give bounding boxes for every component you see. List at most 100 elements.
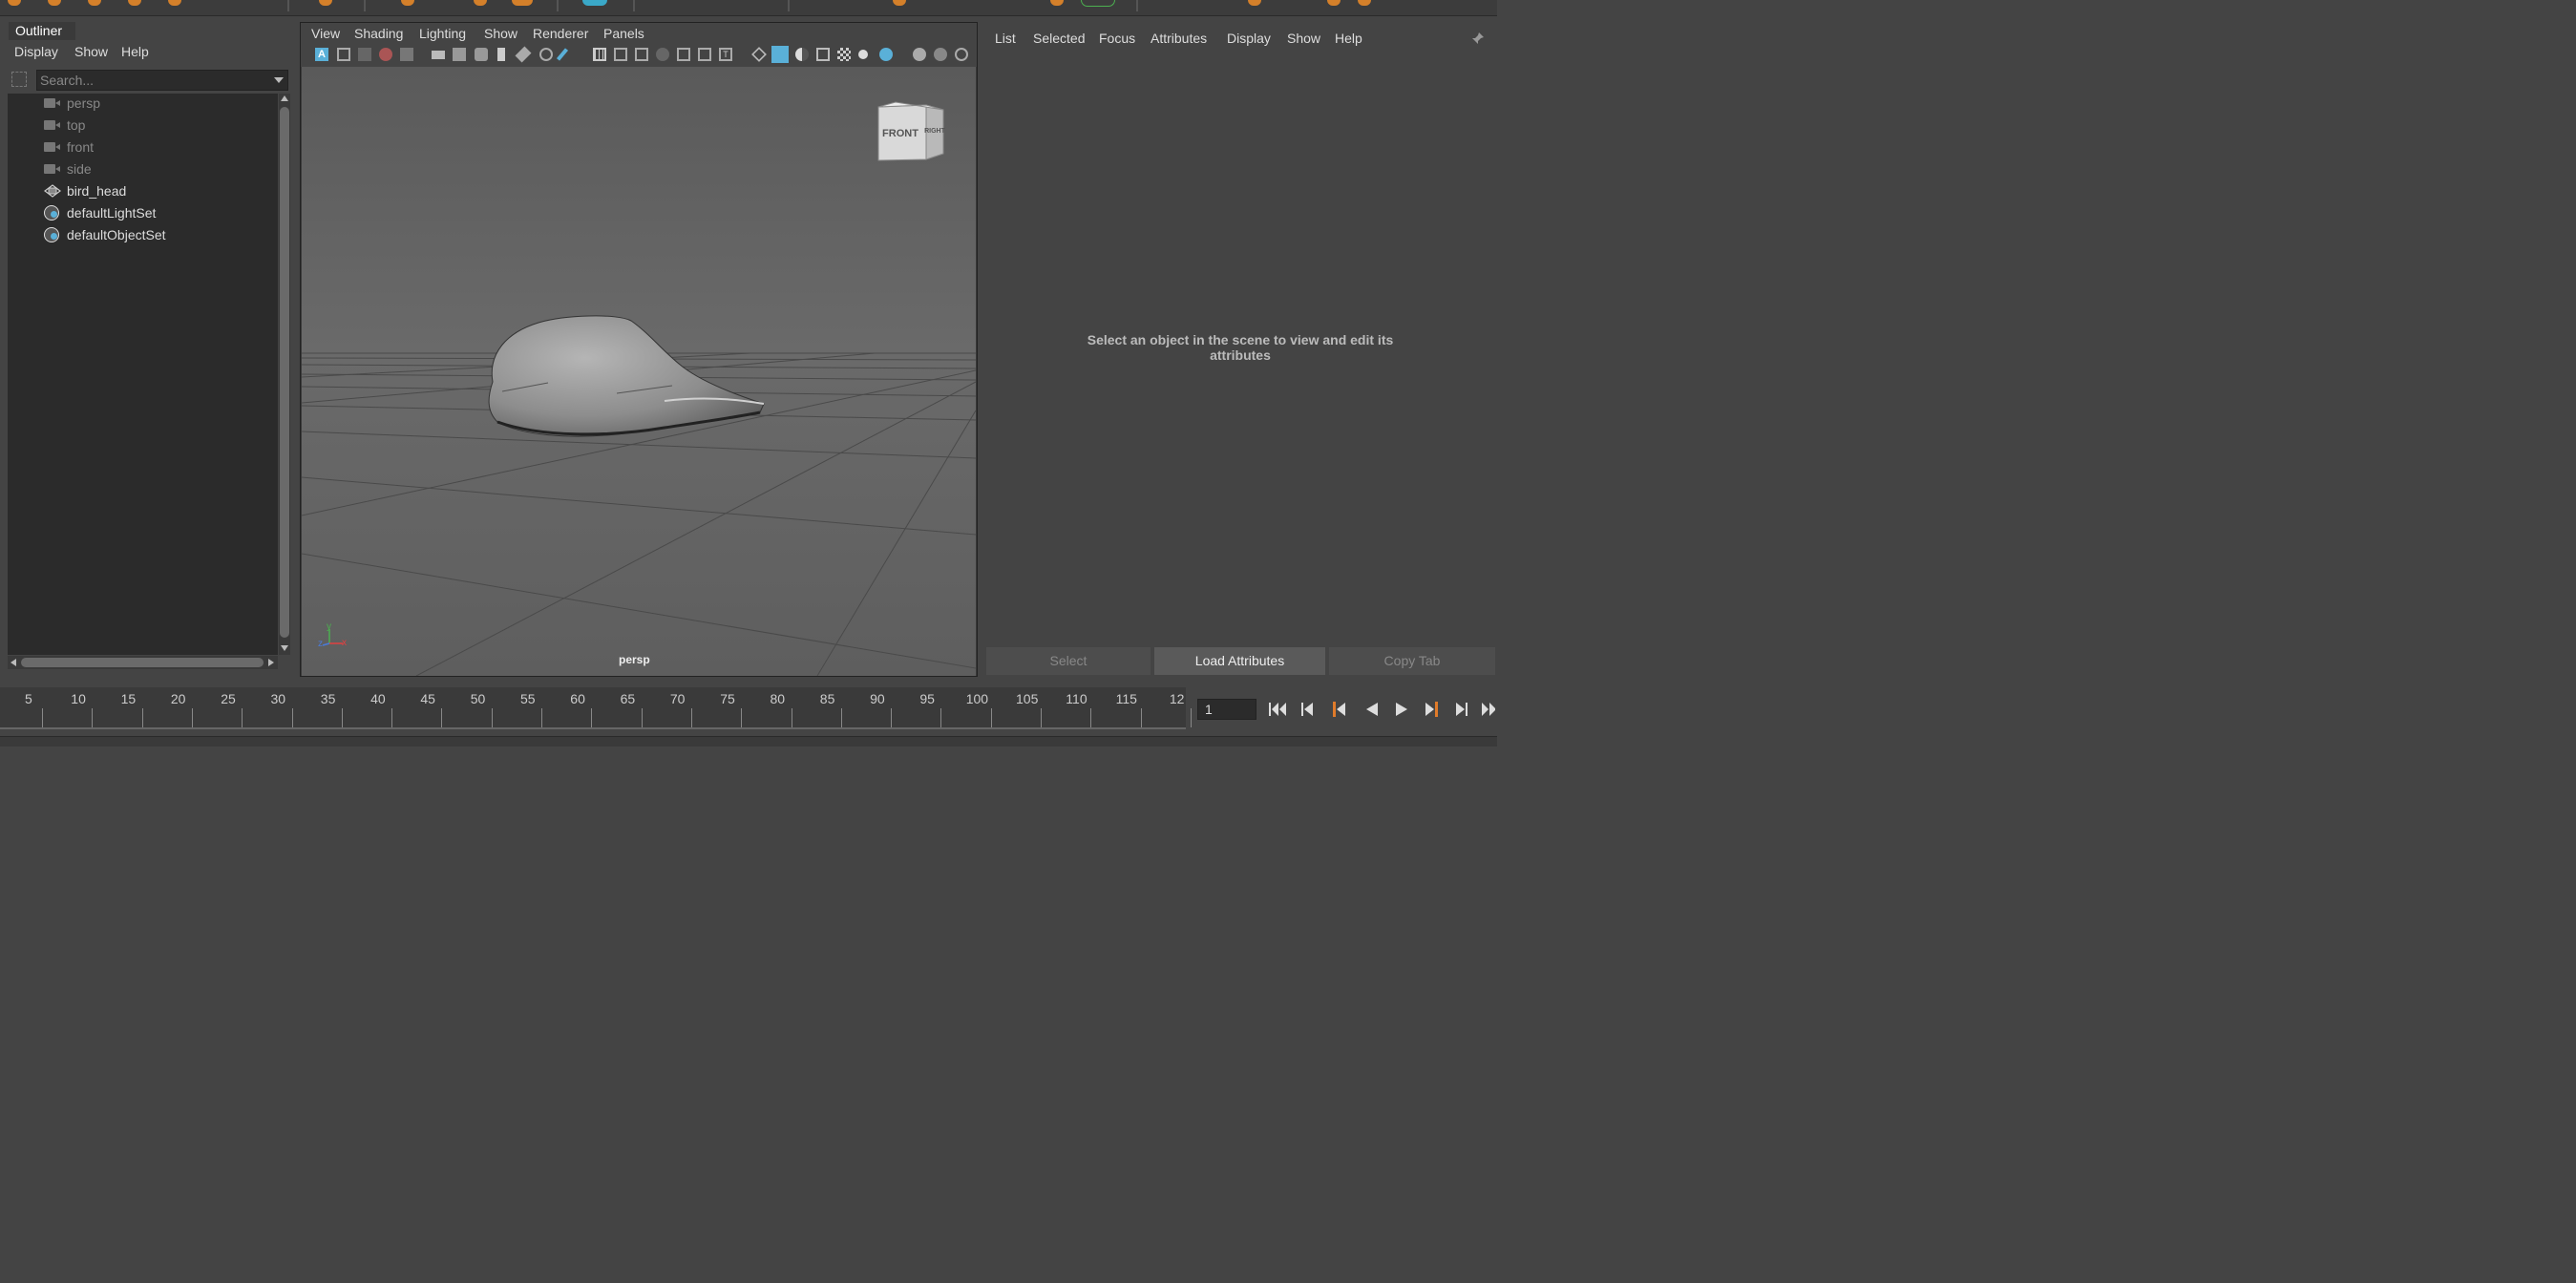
camera-lock-icon[interactable] xyxy=(453,48,466,61)
attr-menu-list[interactable]: List xyxy=(995,31,1016,46)
play-forwards-icon[interactable] xyxy=(1396,703,1407,716)
shelf-tool-icon[interactable] xyxy=(1358,0,1371,6)
play-backwards-icon[interactable] xyxy=(1366,703,1378,716)
viewport-menu-view[interactable]: View xyxy=(311,26,340,41)
outliner-item-label: defaultLightSet xyxy=(67,205,157,221)
grid-icon[interactable] xyxy=(593,48,606,61)
timeline-tick-label: 80 xyxy=(770,691,786,706)
attr-menu-selected[interactable]: Selected xyxy=(1033,31,1085,46)
timeline-tick-label: 65 xyxy=(620,691,636,706)
viewport-menu-show[interactable]: Show xyxy=(484,26,517,41)
step-back-key-icon[interactable] xyxy=(1301,703,1313,716)
select-camera-icon[interactable]: A xyxy=(315,48,328,61)
shelf-tool-icon[interactable] xyxy=(1327,0,1341,6)
motion-blur-icon[interactable] xyxy=(934,48,947,61)
gate-mask-icon[interactable] xyxy=(656,48,669,61)
scroll-up-icon[interactable] xyxy=(281,95,288,101)
film-gate-icon[interactable] xyxy=(614,48,627,61)
shelf-tool-icon[interactable] xyxy=(128,0,141,6)
shelf-tool-icon[interactable] xyxy=(8,0,21,6)
shadows-icon[interactable] xyxy=(879,48,893,61)
timeline-tick xyxy=(641,708,643,727)
attr-menu-display[interactable]: Display xyxy=(1227,31,1271,46)
timeline-tick-label: 50 xyxy=(470,691,486,706)
viewport-menu-lighting[interactable]: Lighting xyxy=(419,26,466,41)
timeline-tick-label: 100 xyxy=(965,691,989,706)
timeline-tick xyxy=(441,708,443,727)
viewport-menu-renderer[interactable]: Renderer xyxy=(533,26,588,41)
go-to-end-icon[interactable] xyxy=(1482,703,1495,716)
field-chart-icon[interactable] xyxy=(677,48,690,61)
scrollbar-thumb[interactable] xyxy=(21,658,264,667)
bookmark-icon[interactable] xyxy=(497,48,505,61)
shelf-strip xyxy=(0,0,1497,16)
shelf-tool-icon[interactable] xyxy=(1081,0,1115,7)
screen-space-ao-icon[interactable] xyxy=(913,48,926,61)
viewport-scene[interactable]: FRONT RIGHT y x z xyxy=(302,67,976,676)
step-forward-key-icon[interactable] xyxy=(1456,703,1467,716)
outliner-tab[interactable]: Outliner xyxy=(9,22,75,40)
viewcube-front-label: FRONT xyxy=(882,128,918,139)
viewport-menu-panels[interactable]: Panels xyxy=(603,26,644,41)
copy-tab-button[interactable]: Copy Tab xyxy=(1329,647,1495,675)
load-attributes-button[interactable]: Load Attributes xyxy=(1154,647,1325,675)
timeline-tick xyxy=(141,708,143,727)
default-material-icon[interactable] xyxy=(795,48,809,61)
use-all-lights-icon[interactable] xyxy=(858,50,868,59)
scrollbar-thumb[interactable] xyxy=(280,107,289,638)
shelf-tool-icon[interactable] xyxy=(168,0,181,6)
attr-menu-attributes[interactable]: Attributes xyxy=(1151,31,1207,46)
film-gate-icon[interactable] xyxy=(400,48,413,61)
filter-icon[interactable] xyxy=(11,72,27,87)
outliner-item-label: side xyxy=(67,161,92,177)
two-d-pan-zoom-icon[interactable] xyxy=(539,48,553,61)
frame-selected-icon[interactable] xyxy=(358,48,371,61)
safe-action-icon[interactable] xyxy=(698,48,711,61)
timeline-tick-label: 5 xyxy=(25,691,32,706)
scroll-down-icon[interactable] xyxy=(281,645,288,651)
step-back-frame-icon[interactable] xyxy=(1333,702,1345,717)
timeline-tick-label: 70 xyxy=(669,691,686,706)
shelf-tool-icon[interactable] xyxy=(1248,0,1261,6)
go-to-start-icon[interactable] xyxy=(1269,703,1286,716)
smooth-shade-icon[interactable] xyxy=(771,46,789,63)
shelf-tool-icon[interactable] xyxy=(48,0,61,6)
outliner-item-label: persp xyxy=(67,95,101,111)
scroll-right-icon[interactable] xyxy=(268,659,274,666)
outliner-menu-show[interactable]: Show xyxy=(74,44,108,59)
current-frame-field[interactable]: 1 xyxy=(1197,699,1256,720)
outliner-menu-display[interactable]: Display xyxy=(14,44,58,59)
color-sphere-icon[interactable] xyxy=(379,48,392,61)
pin-icon[interactable] xyxy=(1471,32,1485,45)
shelf-tool-icon[interactable] xyxy=(401,0,414,6)
shelf-tool-icon[interactable] xyxy=(893,0,906,6)
outliner-menu-help[interactable]: Help xyxy=(121,44,149,59)
scroll-left-icon[interactable] xyxy=(11,659,16,666)
shelf-tool-icon[interactable] xyxy=(88,0,101,6)
resolution-gate-icon[interactable] xyxy=(635,48,648,61)
timeline-tick xyxy=(491,708,493,727)
timeline-tick xyxy=(690,708,692,727)
viewport-menu-shading[interactable]: Shading xyxy=(354,26,403,41)
timeline-tick xyxy=(940,708,942,727)
bookmark-camera-icon[interactable] xyxy=(475,48,488,61)
viewcube-right-label: RIGHT xyxy=(924,128,946,135)
shelf-tool-icon[interactable] xyxy=(512,0,533,6)
shelf-tool-icon[interactable] xyxy=(582,0,607,6)
anti-aliasing-icon[interactable] xyxy=(955,48,968,61)
camera-icon[interactable] xyxy=(432,51,445,59)
wireframe-on-shaded-icon[interactable] xyxy=(816,48,830,61)
attr-menu-show[interactable]: Show xyxy=(1287,31,1320,46)
search-dropdown-icon[interactable] xyxy=(274,77,284,83)
select-button[interactable]: Select xyxy=(986,647,1151,675)
safe-title-icon[interactable]: T xyxy=(719,48,732,61)
textured-icon[interactable] xyxy=(837,48,851,61)
step-forward-frame-icon[interactable] xyxy=(1425,702,1438,717)
shelf-tool-icon[interactable] xyxy=(1050,0,1064,6)
attr-menu-help[interactable]: Help xyxy=(1335,31,1362,46)
timeline-tick-label: 75 xyxy=(720,691,735,706)
attr-menu-focus[interactable]: Focus xyxy=(1099,31,1135,46)
frame-all-icon[interactable] xyxy=(337,48,350,61)
shelf-tool-icon[interactable] xyxy=(474,0,487,6)
shelf-tool-icon[interactable] xyxy=(319,0,332,6)
